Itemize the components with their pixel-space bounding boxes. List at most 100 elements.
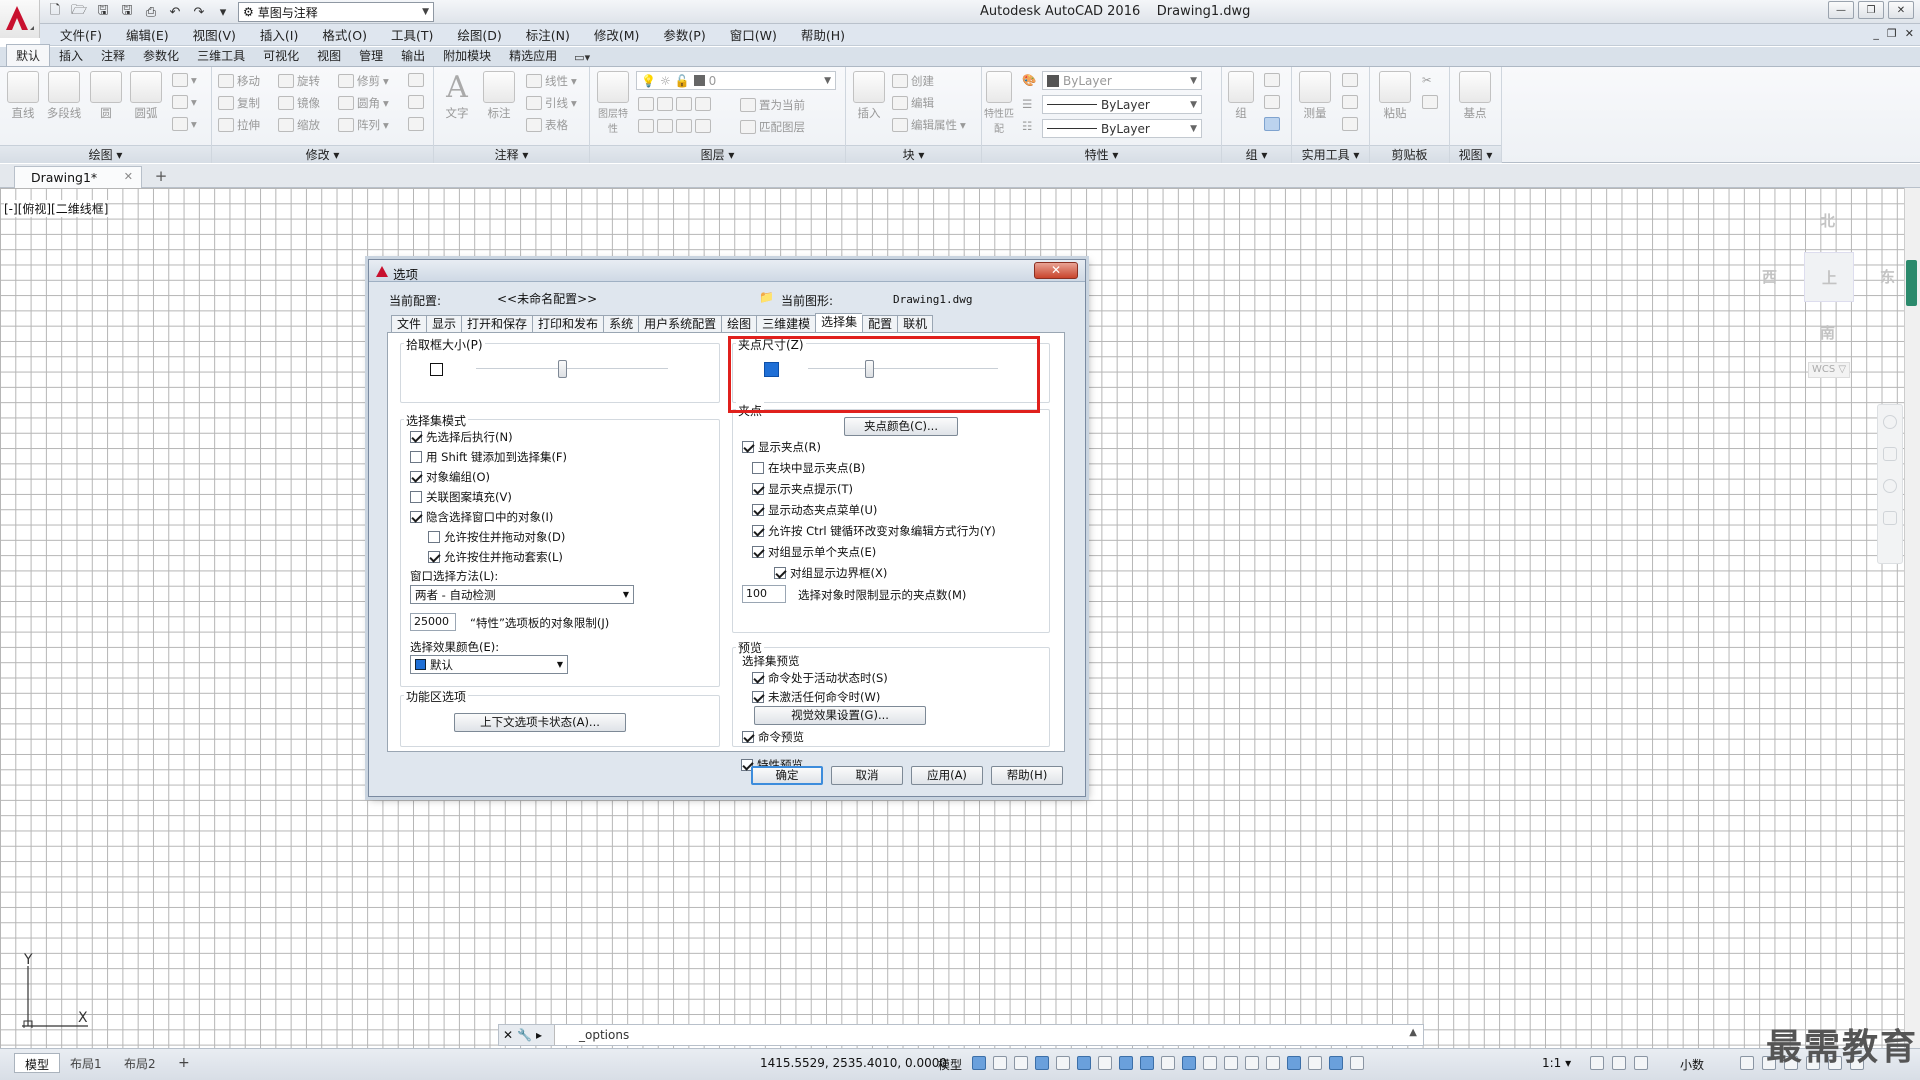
infer-icon[interactable] [1014, 1056, 1028, 1070]
restore-button[interactable]: ❐ [1858, 1, 1884, 19]
command-line[interactable]: ✕ 🔧 ▸ _options ▲ [498, 1024, 1424, 1046]
tab-user-preferences[interactable]: 用户系统配置 [638, 315, 722, 332]
dimension-tool[interactable]: 标注 [480, 71, 518, 121]
ribbon-tab-visualize[interactable]: 可视化 [254, 45, 308, 66]
tab-open-save[interactable]: 打开和保存 [461, 315, 533, 332]
annotation-scale-icon[interactable] [1350, 1056, 1364, 1070]
dynamic-ucs-icon[interactable] [1245, 1056, 1259, 1070]
chk-object-grouping[interactable]: 对象编组(O) [410, 469, 490, 485]
autocad-logo[interactable] [0, 0, 40, 38]
tab-selection[interactable]: 选择集 [815, 313, 863, 332]
menu-tools[interactable]: 工具(T) [379, 25, 445, 44]
recent-commands-icon[interactable]: ▸ [536, 1028, 542, 1042]
chk-implied-window[interactable]: 隐含选择窗口中的对象(I) [410, 509, 553, 525]
close-cmd-icon[interactable]: ✕ [503, 1028, 513, 1042]
viewcube-south[interactable]: 南 [1820, 322, 1835, 343]
mirror-tool[interactable]: 镜像 [278, 95, 320, 111]
expand-history-icon[interactable]: ▲ [1409, 1027, 1417, 1038]
viewcube-top-face[interactable]: 上 [1804, 252, 1854, 302]
grip-limit-input[interactable]: 100 [742, 585, 786, 603]
menu-window[interactable]: 窗口(W) [718, 25, 789, 44]
panel-modify-footer[interactable]: 修改 ▾ [212, 145, 433, 163]
lineweight-toggle-icon[interactable] [1161, 1056, 1175, 1070]
snap-icon[interactable] [993, 1056, 1007, 1070]
leader-tool[interactable]: 引线 ▾ [526, 95, 577, 111]
isodraft-icon[interactable] [1098, 1056, 1112, 1070]
panel-properties-footer[interactable]: 特性 ▾ [982, 145, 1221, 163]
lineweight-icon[interactable]: ☰ [1022, 97, 1032, 111]
chk-grips-in-blocks[interactable]: 在块中显示夹点(B) [752, 460, 865, 476]
dialog-title-bar[interactable]: 选项 [369, 260, 1085, 282]
viewcube-north[interactable]: 北 [1820, 210, 1835, 231]
window-method-dropdown[interactable]: 两者 - 自动检测 ▼ [410, 585, 634, 604]
transparency-icon[interactable] [1182, 1056, 1196, 1070]
layer-tools-row1[interactable] [638, 97, 711, 111]
chk-dynamic-grip-menu[interactable]: 显示动态夹点菜单(U) [752, 502, 877, 518]
new-tab-button[interactable]: + [150, 168, 172, 186]
trim-tool[interactable]: 修剪 ▾ [338, 73, 389, 89]
array-tool[interactable]: 阵列 ▾ [338, 117, 389, 133]
lineweight-dropdown[interactable]: ByLayer ▼ [1042, 119, 1202, 138]
table-tool[interactable]: 表格 [526, 117, 568, 133]
qat-dropdown-icon[interactable]: ▾ [212, 2, 234, 22]
vertical-scrollbar[interactable] [1904, 188, 1920, 1048]
help-button[interactable]: 帮助(H) [991, 766, 1063, 785]
menu-view[interactable]: 视图(V) [181, 25, 248, 44]
match-properties-tool[interactable]: 特性匹配 [984, 71, 1014, 135]
contextual-tab-states-button[interactable]: 上下文选项卡状态(A)... [454, 713, 626, 732]
undo-icon[interactable]: ↶ [164, 2, 186, 22]
group-tool[interactable]: 组 [1226, 71, 1256, 121]
save-as-icon[interactable]: 🖫 [116, 2, 138, 22]
ribbon-minimize-icon[interactable]: ▭▾ [566, 49, 598, 66]
panel-block-footer[interactable]: 块 ▾ [846, 145, 981, 163]
chk-preview-no-cmd[interactable]: 未激活任何命令时(W) [752, 689, 880, 705]
move-tool[interactable]: 移动 [218, 73, 260, 89]
close-tab-icon[interactable]: ✕ [124, 170, 133, 183]
ortho-icon[interactable] [1056, 1056, 1070, 1070]
menu-help[interactable]: 帮助(H) [789, 25, 857, 44]
doc-close-icon[interactable]: ✕ [1905, 27, 1914, 40]
ribbon-tab-view[interactable]: 视图 [308, 45, 350, 66]
group-tool-a[interactable] [1264, 73, 1280, 87]
menu-file[interactable]: 文件(F) [48, 25, 114, 44]
viewcube[interactable]: 北 南 西 东 上 [1758, 206, 1895, 386]
tab-online[interactable]: 联机 [897, 315, 934, 332]
new-file-icon[interactable]: 🗋 [44, 2, 66, 22]
ok-button[interactable]: 确定 [751, 766, 823, 785]
menu-format[interactable]: 格式(O) [310, 25, 379, 44]
annotation-visibility-icon[interactable] [1308, 1056, 1322, 1070]
group-tool-b[interactable] [1264, 95, 1280, 109]
annotation-scale-dropdown[interactable]: 1:1 ▾ [1542, 1056, 1571, 1070]
redo-icon[interactable]: ↷ [188, 2, 210, 22]
menu-dimension[interactable]: 标注(N) [514, 25, 582, 44]
edit-attribute-tool[interactable]: 编辑属性 ▾ [892, 117, 966, 133]
measure-tool[interactable]: 测量 [1296, 71, 1334, 121]
panel-utilities-footer[interactable]: 实用工具 ▾ [1292, 145, 1369, 163]
model-space-button[interactable]: 模型 [938, 1056, 962, 1073]
edit-block-tool[interactable]: 编辑 [892, 95, 934, 111]
ribbon-tab-featured[interactable]: 精选应用 [500, 45, 566, 66]
orbit-icon[interactable] [1883, 511, 1897, 525]
doc-restore-icon[interactable]: ❐ [1887, 27, 1897, 40]
cut-tool[interactable]: ✂ [1422, 73, 1432, 87]
list-icon[interactable]: ☷ [1022, 119, 1032, 133]
dynamic-input-icon[interactable] [1035, 1056, 1049, 1070]
viewcube-east[interactable]: 东 [1880, 266, 1895, 287]
selection-cycling-icon[interactable] [1203, 1056, 1217, 1070]
chk-grip-tips[interactable]: 显示夹点提示(T) [752, 481, 853, 497]
tab-drafting[interactable]: 绘图 [721, 315, 757, 332]
tab-3d-modeling[interactable]: 三维建模 [756, 315, 816, 332]
object-snap-icon[interactable] [1140, 1056, 1154, 1070]
chk-single-grip-groups[interactable]: 对组显示单个夹点(E) [752, 544, 876, 560]
chk-press-drag-lasso[interactable]: 允许按住并拖动套索(L) [428, 549, 563, 565]
doc-minimize-icon[interactable]: _ [1873, 27, 1879, 40]
base-point-tool[interactable]: 基点 [1456, 71, 1494, 121]
chk-command-preview[interactable]: 命令预览 [742, 729, 804, 745]
grip-colors-button[interactable]: 夹点颜色(C)... [844, 417, 958, 436]
layer-tools-row2[interactable] [638, 119, 711, 133]
cancel-button[interactable]: 取消 [831, 766, 903, 785]
linetype-dropdown[interactable]: ByLayer ▼ [1042, 95, 1202, 114]
chk-shift-add[interactable]: 用 Shift 键添加到选择集(F) [410, 449, 567, 465]
color-wheel-icon[interactable]: 🎨 [1022, 73, 1036, 87]
util-tool-b[interactable] [1342, 95, 1358, 109]
